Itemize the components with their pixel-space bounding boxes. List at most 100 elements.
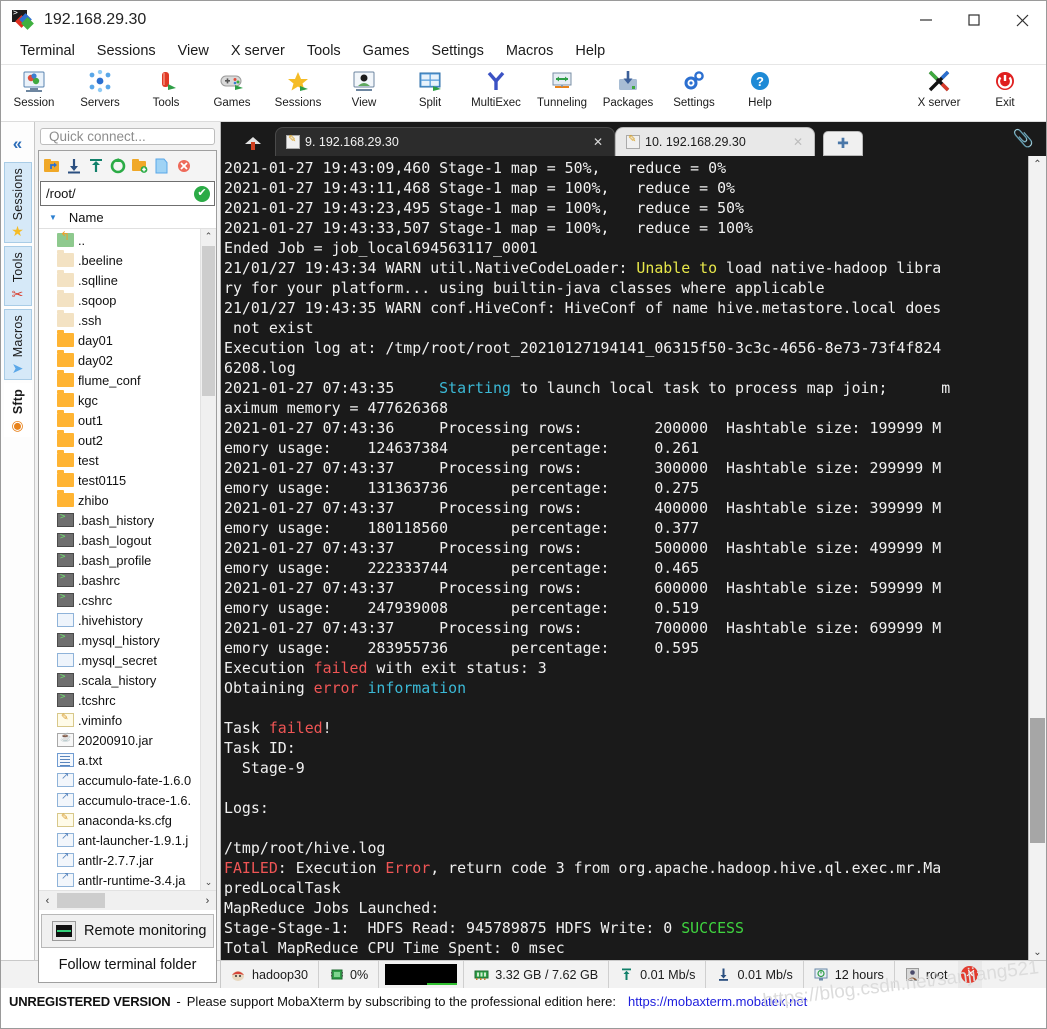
toolbar-exit[interactable]: Exit — [972, 68, 1038, 109]
file-list-item[interactable]: test0115 — [39, 470, 200, 490]
file-list-item[interactable]: ant-launcher-1.9.1.j — [39, 830, 200, 850]
sidebar-tab-macros[interactable]: Macros ➤ — [3, 308, 32, 380]
terminal-scrollbar[interactable]: ⌃ ⌄ — [1028, 156, 1046, 960]
file-list-item[interactable]: .mysql_history — [39, 630, 200, 650]
file-list-item[interactable]: accumulo-fate-1.6.0 — [39, 770, 200, 790]
file-list-item[interactable]: anaconda-ks.cfg — [39, 810, 200, 830]
file-list-item[interactable]: .scala_history — [39, 670, 200, 690]
quick-connect-input[interactable]: Quick connect... — [40, 128, 215, 145]
file-list-item[interactable]: .cshrc — [39, 590, 200, 610]
file-scroll-down-icon[interactable]: ⌄ — [201, 875, 216, 890]
disconnect-button[interactable]: ✕ — [957, 961, 982, 988]
menu-tools[interactable]: Tools — [296, 39, 352, 64]
file-list-item[interactable]: 20200910.jar — [39, 730, 200, 750]
sidebar-tab-sftp[interactable]: Sftp ◉ — [3, 382, 32, 437]
menu-settings[interactable]: Settings — [420, 39, 494, 64]
toolbar-games[interactable]: Games — [199, 68, 265, 109]
file-list-item[interactable]: test — [39, 450, 200, 470]
file-list-item[interactable]: antlr-2.7.7.jar — [39, 850, 200, 870]
terminal-scroll-thumb[interactable] — [1030, 718, 1045, 843]
toolbar-multiexec[interactable]: MultiExec — [463, 68, 529, 109]
hscroll-right-icon[interactable]: › — [199, 895, 216, 907]
download-icon[interactable] — [64, 156, 84, 176]
menu-sessions[interactable]: Sessions — [86, 39, 167, 64]
file-list-item[interactable]: a.txt — [39, 750, 200, 770]
toolbar-tools[interactable]: Tools — [133, 68, 199, 109]
file-list-item[interactable]: flume_conf — [39, 370, 200, 390]
file-list-hscrollbar[interactable]: ‹ › — [39, 890, 216, 910]
file-list-item[interactable]: .mysql_secret — [39, 650, 200, 670]
file-list-item[interactable]: .bash_logout — [39, 530, 200, 550]
refresh-icon[interactable] — [108, 156, 128, 176]
maximize-button[interactable] — [950, 1, 998, 39]
toolbar-packages[interactable]: Packages — [595, 68, 661, 109]
terminal-scroll-up-icon[interactable]: ⌃ — [1029, 156, 1046, 172]
menu-macros[interactable]: Macros — [495, 39, 565, 64]
file-list-item[interactable]: .ssh — [39, 310, 200, 330]
menu-terminal[interactable]: Terminal — [9, 39, 86, 64]
mobaxterm-link[interactable]: https://mobaxterm.mobatek.net — [628, 994, 807, 1009]
toolbar-servers[interactable]: Servers — [67, 68, 133, 109]
file-list-item[interactable]: zhibo — [39, 490, 200, 510]
paperclip-icon[interactable]: 📎 — [1013, 129, 1034, 149]
file-list-item[interactable]: kgc — [39, 390, 200, 410]
file-list-item[interactable]: .sqlline — [39, 270, 200, 290]
tab-9-192-168-29-30[interactable]: 9. 192.168.29.30 ✕ — [275, 127, 615, 156]
file-list-item[interactable]: .tcshrc — [39, 690, 200, 710]
tab-close-icon[interactable]: ✕ — [788, 135, 808, 149]
menu-x-server[interactable]: X server — [220, 39, 296, 64]
close-button[interactable] — [998, 1, 1046, 39]
file-list[interactable]: .. .beeline .sqlline .sqoop .ssh day01 day02 fl… — [39, 229, 200, 890]
file-list-item[interactable]: antlr-runtime-3.4.ja — [39, 870, 200, 890]
file-list-item[interactable]: .bash_profile — [39, 550, 200, 570]
menu-view[interactable]: View — [167, 39, 220, 64]
toolbar-x-server[interactable]: X server — [906, 68, 972, 109]
file-list-item[interactable]: .bash_history — [39, 510, 200, 530]
toolbar-help[interactable]: ? Help — [727, 68, 793, 109]
collapse-sidebar-button[interactable]: « — [1, 126, 34, 162]
file-list-item[interactable]: out1 — [39, 410, 200, 430]
file-list-item[interactable]: .. — [39, 229, 200, 250]
toolbar-games-label: Games — [213, 97, 251, 109]
menu-games[interactable]: Games — [352, 39, 421, 64]
sidebar-tab-sessions[interactable]: Sessions ★ — [3, 162, 32, 244]
file-scroll-up-icon[interactable]: ⌃ — [201, 229, 216, 244]
file-list-item[interactable]: day02 — [39, 350, 200, 370]
new-folder-icon[interactable] — [130, 156, 150, 176]
file-list-item[interactable]: accumulo-trace-1.6. — [39, 790, 200, 810]
delete-icon[interactable] — [174, 156, 194, 176]
file-list-item[interactable]: .bashrc — [39, 570, 200, 590]
terminal-text: : Execution — [277, 859, 386, 877]
toolbar-view[interactable]: View — [331, 68, 397, 109]
toolbar-sessions[interactable]: Sessions — [265, 68, 331, 109]
upload-icon[interactable] — [86, 156, 106, 176]
file-list-scrollbar[interactable]: ⌃ ⌄ — [200, 229, 216, 890]
new-file-icon[interactable] — [152, 156, 172, 176]
sidebar-tab-tools[interactable]: Tools ✂ — [3, 246, 32, 306]
menu-help[interactable]: Help — [564, 39, 616, 64]
remote-monitoring-button[interactable]: Remote monitoring — [41, 914, 214, 948]
file-scroll-thumb[interactable] — [202, 246, 215, 396]
file-list-item[interactable]: .hivehistory — [39, 610, 200, 630]
file-list-item[interactable]: .beeline — [39, 250, 200, 270]
path-input[interactable]: /root/ ✔ — [40, 181, 215, 206]
toolbar-split[interactable]: Split — [397, 68, 463, 109]
file-list-item[interactable]: .viminfo — [39, 710, 200, 730]
terminal-scroll-down-icon[interactable]: ⌄ — [1029, 944, 1046, 960]
minimize-button[interactable] — [902, 1, 950, 39]
home-tab[interactable] — [231, 128, 275, 156]
hscroll-left-icon[interactable]: ‹ — [39, 895, 56, 907]
hscroll-thumb[interactable] — [57, 893, 105, 908]
file-list-item[interactable]: .sqoop — [39, 290, 200, 310]
file-list-item[interactable]: day01 — [39, 330, 200, 350]
terminal-output[interactable]: 2021-01-27 19:43:09,460 Stage-1 map = 50… — [221, 156, 1028, 960]
file-list-item[interactable]: out2 — [39, 430, 200, 450]
toolbar-settings[interactable]: Settings — [661, 68, 727, 109]
parent-folder-icon[interactable] — [42, 156, 62, 176]
new-tab-button[interactable]: ✚ — [823, 131, 863, 156]
tab-10-192-168-29-30[interactable]: 10. 192.168.29.30 ✕ — [615, 127, 815, 156]
toolbar-session[interactable]: Session — [1, 68, 67, 109]
toolbar-tunneling[interactable]: Tunneling — [529, 68, 595, 109]
tab-close-icon[interactable]: ✕ — [588, 135, 608, 149]
file-column-header[interactable]: ▼ Name — [39, 206, 216, 229]
